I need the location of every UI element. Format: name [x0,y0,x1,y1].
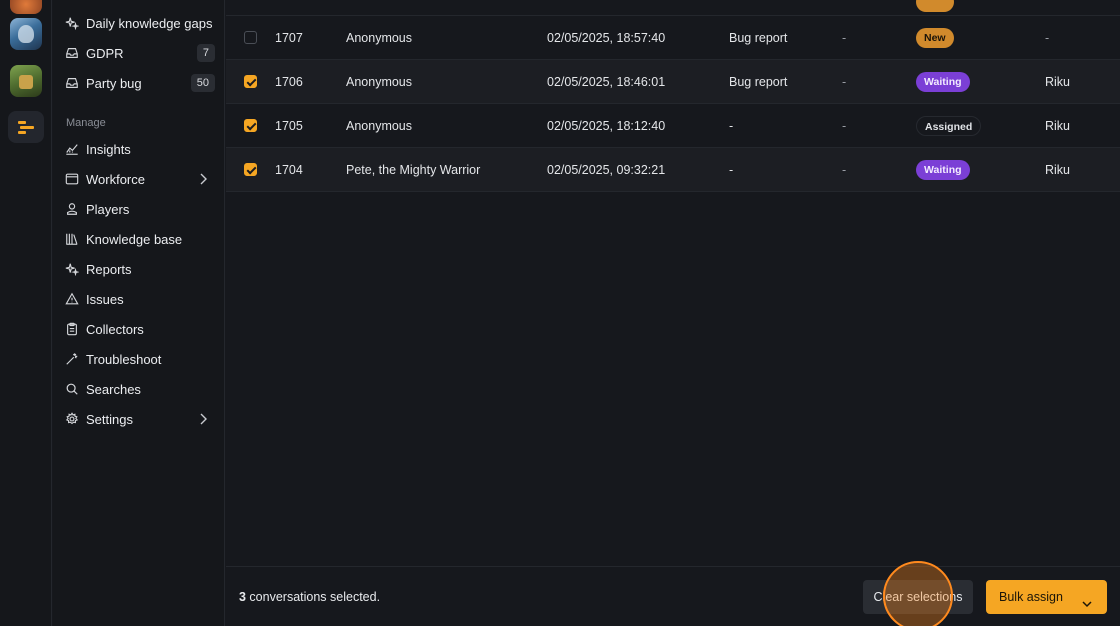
selection-summary-text: conversations selected. [245,590,381,604]
sidebar-item-label: Issues [86,291,124,307]
empty-cell: - [842,31,847,45]
player-name: Anonymous [346,119,413,133]
count-badge: 50 [190,74,215,92]
clear-selections-button[interactable]: Clear selections [863,580,973,614]
workspace-rail [0,0,52,626]
sidebar-item-insights[interactable]: Insights [65,137,215,161]
gear-icon [65,412,79,426]
empty-cell: - [842,119,847,133]
inbox-icon [65,46,79,60]
sidebar-item-label: Players [86,201,130,217]
inbox-icon [65,76,79,90]
workspace-active-app[interactable] [8,111,44,143]
sidebar-item-settings[interactable]: Settings [65,407,215,431]
chevron-right-icon [197,412,209,426]
sidebar-item-label: GDPR [86,45,124,61]
bulk-assign-button[interactable]: Bulk assign [986,580,1107,614]
conversation-id: 1704 [275,163,303,177]
sidebar-item-label: Knowledge base [86,231,183,247]
sidebar-item-label: Troubleshoot [86,351,162,367]
table-row-partial[interactable] [226,0,1120,16]
sidebar-item-label: Reports [86,261,132,277]
status-badge: New [916,28,954,48]
conversation-id: 1705 [275,119,303,133]
sparkle-icon [65,16,79,30]
sidebar-item-knowledge-base[interactable]: Knowledge base [65,227,215,251]
created-date: 02/05/2025, 18:46:01 [547,75,666,89]
sidebar-item-searches[interactable]: Searches [65,377,215,401]
sidebar: Daily knowledge gaps GDPR 7 Party bug 50… [53,0,225,626]
table-row[interactable]: 1707 Anonymous 02/05/2025, 18:57:40 Bug … [226,16,1120,60]
empty-cell: - [842,75,847,89]
sidebar-item-party-bug[interactable]: Party bug 50 [65,71,215,95]
created-date: 02/05/2025, 09:32:21 [547,163,666,177]
sidebar-item-label: Daily knowledge gaps [86,15,213,31]
status-badge: Waiting [916,72,970,92]
workspace-avatar-game-1[interactable] [10,18,42,50]
sidebar-item-troubleshoot[interactable]: Troubleshoot [65,347,215,371]
conversation-id: 1707 [275,31,303,45]
player-name: Pete, the Mighty Warrior [346,163,481,177]
sidebar-item-reports[interactable]: Reports [65,257,215,281]
created-date: 02/05/2025, 18:12:40 [547,119,666,133]
selected-count: 3 [239,590,246,604]
sidebar-item-collectors[interactable]: Collectors [65,317,215,341]
sidebar-item-daily-knowledge-gaps[interactable]: Daily knowledge gaps [65,11,215,35]
sidebar-item-workforce[interactable]: Workforce [65,167,215,191]
sidebar-item-label: Insights [86,141,131,157]
conversation-type: Bug report [729,75,788,89]
table-row[interactable]: 1706 Anonymous 02/05/2025, 18:46:01 Bug … [226,60,1120,104]
sidebar-item-label: Collectors [86,321,144,337]
sidebar-item-players[interactable]: Players [65,197,215,221]
workspace-avatar-top[interactable] [10,0,42,14]
sparkle-icon [65,262,79,276]
selection-summary: 3 conversations selected. [239,590,380,604]
status-badge: Waiting [916,160,970,180]
warning-icon [65,292,79,306]
chevron-right-icon [197,172,209,186]
status-badge: Assigned [916,116,982,136]
sidebar-item-issues[interactable]: Issues [65,287,215,311]
count-badge: 7 [196,44,215,62]
conversation-id: 1706 [275,75,303,89]
assignee: Riku [1045,75,1071,89]
conversation-type: - [729,163,734,177]
window-icon [65,172,79,186]
table-row[interactable]: 1705 Anonymous 02/05/2025, 18:12:40 - - … [226,104,1120,148]
row-checkbox[interactable] [244,31,257,44]
search-icon [65,382,79,396]
row-checkbox[interactable] [244,75,257,88]
empty-cell: - [842,163,847,177]
app-window: Daily knowledge gaps GDPR 7 Party bug 50… [0,0,1120,626]
section-label-manage: Manage [66,117,106,129]
sidebar-item-gdpr[interactable]: GDPR 7 [65,41,215,65]
clipboard-icon [65,322,79,336]
conversation-type: - [729,119,734,133]
sidebar-item-label: Workforce [86,171,145,187]
workspace-avatar-game-2[interactable] [10,65,42,97]
assignee: Riku [1045,119,1071,133]
row-checkbox[interactable] [244,163,257,176]
library-icon [65,232,79,246]
status-badge-partial [916,0,954,12]
row-checkbox[interactable] [244,119,257,132]
sidebar-item-label: Settings [86,411,133,427]
sidebar-item-label: Searches [86,381,141,397]
table-row[interactable]: 1704 Pete, the Mighty Warrior 02/05/2025… [226,148,1120,192]
selection-bar: 3 conversations selected. Clear selectio… [226,566,1120,626]
created-date: 02/05/2025, 18:57:40 [547,31,666,45]
conversation-type: Bug report [729,31,788,45]
assignee: - [1045,31,1050,45]
wand-icon [65,352,79,366]
conversations-table: 1707 Anonymous 02/05/2025, 18:57:40 Bug … [226,0,1120,626]
app-logo-icon [18,119,34,135]
chevron-down-icon [1081,590,1093,608]
bulk-assign-label: Bulk assign [999,590,1063,604]
chart-icon [65,142,79,156]
sidebar-item-label: Party bug [86,75,142,91]
player-name: Anonymous [346,75,413,89]
player-name: Anonymous [346,31,413,45]
person-icon [65,202,79,216]
assignee: Riku [1045,163,1071,177]
